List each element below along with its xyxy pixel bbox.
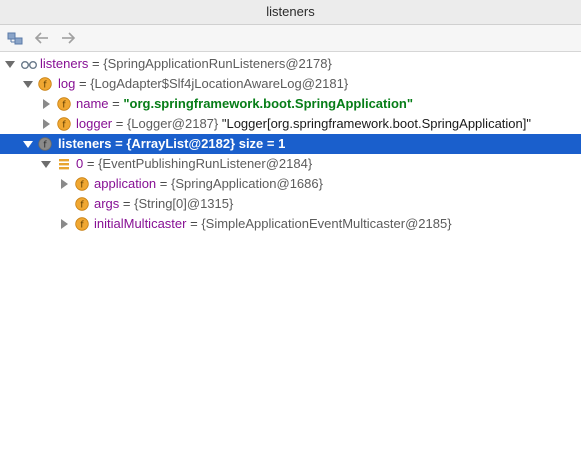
toolbar (0, 25, 581, 52)
object-view-icon[interactable] (6, 28, 26, 48)
expanded-arrow-icon[interactable] (4, 54, 16, 74)
var-value: {Logger@2187} (126, 116, 219, 131)
tree-row-log[interactable]: f log = {LogAdapter$Slf4jLocationAwareLo… (0, 74, 581, 94)
tree-row-root[interactable]: listeners = {SpringApplicationRunListene… (0, 54, 581, 74)
tree-row-application[interactable]: f application = {SpringApplication@1686} (0, 174, 581, 194)
tree-row-log-name[interactable]: f name = "org.springframework.boot.Sprin… (0, 94, 581, 114)
collapsed-arrow-icon[interactable] (58, 214, 70, 234)
var-name: initialMulticaster (94, 216, 187, 231)
collapsed-arrow-icon[interactable] (58, 174, 70, 194)
var-value: {EventPublishingRunListener@2184} (98, 156, 313, 171)
collapsed-arrow-icon[interactable] (40, 114, 52, 134)
collapsed-arrow-icon[interactable] (40, 94, 52, 114)
var-name: logger (76, 116, 113, 131)
field-icon: f (75, 177, 89, 191)
expanded-arrow-icon[interactable] (22, 134, 34, 154)
forward-arrow-icon[interactable] (58, 28, 78, 48)
expanded-arrow-icon[interactable] (40, 154, 52, 174)
var-name: args (94, 196, 120, 211)
var-value: {LogAdapter$Slf4jLocationAwareLog@2181} (90, 76, 349, 91)
field-icon: f (57, 117, 71, 131)
watch-glasses-icon (20, 57, 38, 71)
var-name: listeners (40, 56, 89, 71)
expanded-arrow-icon[interactable] (22, 74, 34, 94)
var-value: {ArrayList@2182} size = 1 (126, 136, 286, 151)
window-title: listeners (0, 0, 581, 25)
field-icon: f (75, 217, 89, 231)
field-icon: f (57, 97, 71, 111)
field-icon: f (38, 77, 52, 91)
var-string-value: "org.springframework.boot.SpringApplicat… (123, 96, 414, 111)
var-name: name (76, 96, 109, 111)
var-name: application (94, 176, 157, 191)
array-element-icon (57, 157, 71, 171)
var-value: {String[0]@1315} (134, 196, 234, 211)
field-icon: f (75, 197, 89, 211)
var-value: {SpringApplication@1686} (170, 176, 323, 191)
tree-row-log-logger[interactable]: f logger = {Logger@2187} "Logger[org.spr… (0, 114, 581, 134)
var-tostring: "Logger[org.springframework.boot.SpringA… (218, 116, 531, 131)
var-value: {SimpleApplicationEventMulticaster@2185} (201, 216, 452, 231)
var-name: listeners (58, 136, 112, 151)
tree-row-initial-multicaster[interactable]: f initialMulticaster = {SimpleApplicatio… (0, 214, 581, 234)
field-icon: f (38, 137, 52, 151)
tree-row-item-0[interactable]: 0 = {EventPublishingRunListener@2184} (0, 154, 581, 174)
var-value: {SpringApplicationRunListeners@2178} (103, 56, 332, 71)
var-name: log (58, 76, 76, 91)
tree-row-listeners[interactable]: f listeners = {ArrayList@2182} size = 1 (0, 134, 581, 154)
tree-row-args[interactable]: f args = {String[0]@1315} (0, 194, 581, 214)
back-arrow-icon[interactable] (32, 28, 52, 48)
